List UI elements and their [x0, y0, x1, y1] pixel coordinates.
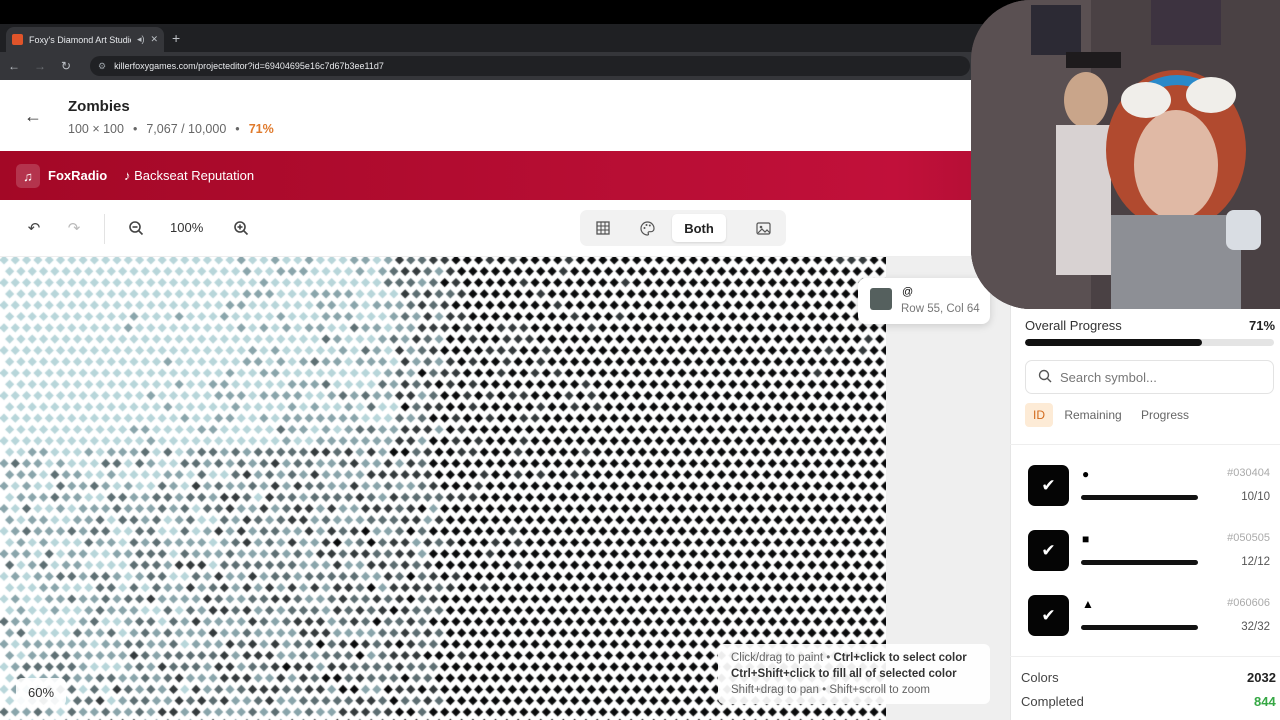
canvas-zoom-chip: 60% [16, 678, 66, 706]
back-icon[interactable]: ← [8, 59, 20, 73]
completed-label: Completed [1021, 694, 1084, 709]
color-progress-fill [1081, 495, 1198, 500]
color-hex: #030404 [1227, 467, 1270, 479]
color-row[interactable]: ✔ ■ #050505 12/12 [1028, 530, 1276, 572]
grid-view-icon[interactable] [588, 214, 618, 242]
tab-close-icon[interactable]: ✕ [150, 34, 158, 45]
color-progress-fill [1081, 625, 1198, 630]
both-view-button[interactable]: Both [672, 214, 726, 242]
color-count: 12/12 [1241, 556, 1270, 568]
zoom-level: 100% [170, 220, 204, 235]
hint-select: Ctrl+click to select color [833, 652, 967, 664]
color-symbol: ▲ [1082, 597, 1094, 611]
tooltip-location: Row 55, Col 64 [901, 303, 980, 315]
color-row[interactable]: ✔ ▲ #060606 32/32 [1028, 595, 1276, 637]
search-input[interactable] [1060, 369, 1240, 385]
controls-hint: Click/drag to paint • Ctrl+click to sele… [718, 644, 990, 704]
back-arrow-icon[interactable]: ← [24, 106, 42, 127]
overall-progress-fill [1025, 339, 1202, 346]
tooltip-symbol: @ [902, 286, 914, 298]
speaker-icon[interactable]: ◂) [137, 34, 145, 45]
url-text: killerfoxygames.com/projecteditor?id=694… [114, 61, 384, 71]
project-dimensions: 100 × 100 [68, 122, 124, 136]
browser-tab[interactable]: Foxy's Diamond Art Studio ◂) ✕ [6, 27, 164, 52]
webcam-overlay [971, 0, 1280, 309]
radio-song: ♪ Backseat Reputation [124, 168, 255, 183]
undo-icon[interactable]: ↶ [24, 218, 44, 238]
tooltip-color-swatch [870, 288, 892, 310]
site-info-icon[interactable]: ⚙ [98, 61, 106, 72]
toolbar-divider [104, 214, 105, 244]
sort-tab-remaining[interactable]: Remaining [1062, 403, 1124, 427]
redo-icon[interactable]: ↷ [64, 218, 84, 238]
favicon-icon [12, 34, 23, 45]
sort-tab-id[interactable]: ID [1025, 403, 1053, 427]
color-hex: #060606 [1227, 597, 1270, 609]
hint-fill: Ctrl+Shift+click to fill all of selected… [731, 668, 957, 680]
color-progress-bar [1081, 560, 1198, 565]
check-icon[interactable]: ✔ [1028, 465, 1069, 506]
hint-pan-zoom: Shift+drag to pan • Shift+scroll to zoom [731, 684, 930, 696]
check-icon[interactable]: ✔ [1028, 530, 1069, 571]
color-row[interactable]: ✔ ● #030404 10/10 [1028, 465, 1276, 507]
hint-paint: Click/drag to paint • [731, 652, 834, 664]
zoom-out-icon[interactable] [126, 218, 146, 238]
image-view-icon[interactable] [748, 214, 778, 242]
search-icon [1038, 369, 1052, 386]
color-progress-fill [1081, 560, 1198, 565]
color-symbol: ■ [1082, 532, 1090, 546]
project-percent: 71% [248, 122, 274, 136]
color-progress-bar [1081, 495, 1198, 500]
url-field[interactable]: ⚙ killerfoxygames.com/projecteditor?id=6… [90, 56, 970, 76]
colors-label: Colors [1021, 670, 1059, 685]
color-hex: #050505 [1227, 532, 1270, 544]
completed-value: 844 [1254, 694, 1276, 709]
project-title: Zombies [68, 98, 130, 115]
palette-view-icon[interactable] [632, 214, 662, 242]
tab-title: Foxy's Diamond Art Studio [29, 34, 131, 45]
search-box[interactable] [1025, 360, 1274, 394]
color-count: 32/32 [1241, 621, 1270, 633]
overall-progress-label: Overall Progress [1025, 318, 1122, 333]
color-symbol: ● [1082, 467, 1090, 481]
color-progress-bar [1081, 625, 1198, 630]
reload-icon[interactable]: ↻ [60, 59, 72, 73]
separator-dot: • [132, 122, 138, 136]
project-progress-text: 7,067 / 10,000 [146, 122, 227, 136]
forward-icon[interactable]: → [34, 59, 46, 73]
stats-divider [1010, 656, 1280, 657]
radio-name: FoxRadio [48, 168, 108, 183]
zoom-in-icon[interactable] [231, 218, 251, 238]
new-tab-icon[interactable]: + [172, 30, 180, 46]
colors-value: 2032 [1247, 670, 1276, 685]
sort-tab-progress[interactable]: Progress [1136, 403, 1194, 427]
panel-divider [1010, 444, 1280, 445]
music-note-icon[interactable]: ♫ [16, 164, 40, 188]
overall-progress-bar [1025, 339, 1274, 346]
check-icon[interactable]: ✔ [1028, 595, 1069, 636]
project-subline: 100 × 100 • 7,067 / 10,000 • 71% [68, 122, 274, 136]
color-count: 10/10 [1241, 491, 1270, 503]
overall-progress-percent: 71% [1249, 318, 1276, 333]
separator-dot: • [235, 122, 240, 136]
